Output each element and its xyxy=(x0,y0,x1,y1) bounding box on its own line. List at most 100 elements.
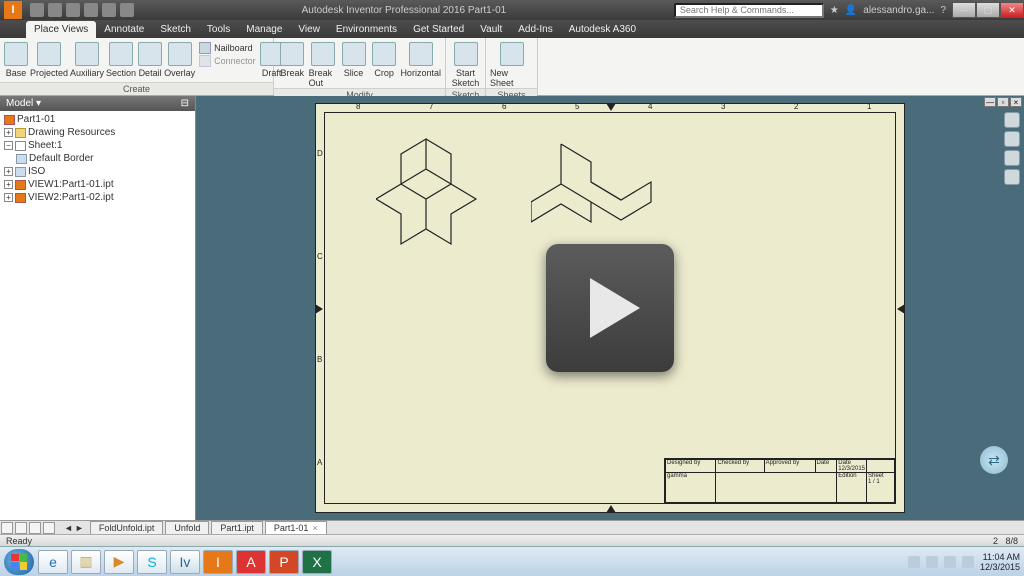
tab-nav-prev-icon[interactable] xyxy=(15,522,27,534)
title-block[interactable]: Designed by Checked by Approved by Date … xyxy=(664,458,896,504)
tree-node-view2[interactable]: +VIEW2:Part1-02.ipt xyxy=(2,191,193,204)
slice-button[interactable]: Slice xyxy=(339,40,368,78)
taskbar-ie-icon[interactable]: e xyxy=(38,550,68,574)
crop-button[interactable]: Crop xyxy=(370,40,399,78)
clock[interactable]: 11:04 AM 12/3/2015 xyxy=(980,552,1020,572)
break-button[interactable]: Break xyxy=(278,40,307,78)
taskbar-inventor-icon[interactable]: Iv xyxy=(170,550,200,574)
mdi-restore-button[interactable]: ▫ xyxy=(997,97,1009,107)
base-view-button[interactable]: Base xyxy=(4,40,28,78)
taskbar-excel-icon[interactable]: X xyxy=(302,550,332,574)
tab-tools[interactable]: Tools xyxy=(199,21,238,38)
detail-view-icon xyxy=(138,42,162,66)
taskbar-powerpoint-icon[interactable]: P xyxy=(269,550,299,574)
minimize-button[interactable]: — xyxy=(952,2,976,18)
tree-node-iso[interactable]: +ISO xyxy=(2,165,193,178)
taskbar-inventor2-icon[interactable]: I xyxy=(203,550,233,574)
taskbar-explorer-icon[interactable]: ▥ xyxy=(71,550,101,574)
section-view-button[interactable]: Section xyxy=(106,40,136,78)
tb-edition-label: Edition xyxy=(838,473,865,479)
detail-view-button[interactable]: Detail xyxy=(138,40,162,78)
tree-node-sheet1[interactable]: −Sheet:1 xyxy=(2,139,193,152)
view2-geometry[interactable] xyxy=(531,134,661,244)
tab-vault[interactable]: Vault xyxy=(472,21,510,38)
tray-up-icon[interactable] xyxy=(908,556,920,568)
nailboard-button[interactable]: Nailboard xyxy=(199,42,256,54)
tab-environments[interactable]: Environments xyxy=(328,21,405,38)
taskbar-skype-icon[interactable]: S xyxy=(137,550,167,574)
qat-redo-icon[interactable] xyxy=(102,3,116,17)
tray-network-icon[interactable] xyxy=(944,556,956,568)
qat-save-icon[interactable] xyxy=(66,3,80,17)
tab-scroll-left[interactable]: ◄ xyxy=(64,523,73,533)
tab-nav-next-icon[interactable] xyxy=(29,522,41,534)
share-badge[interactable]: ⇄ xyxy=(980,446,1008,474)
connector-button[interactable]: Connector xyxy=(199,55,256,67)
qat-new-icon[interactable] xyxy=(30,3,44,17)
qat-undo-icon[interactable] xyxy=(84,3,98,17)
tab-manage[interactable]: Manage xyxy=(238,21,290,38)
close-tab-icon[interactable]: × xyxy=(312,523,317,533)
tab-place-views[interactable]: Place Views xyxy=(26,21,96,38)
horizontal-button[interactable]: Horizontal xyxy=(400,40,441,78)
expand-icon[interactable]: + xyxy=(4,128,13,137)
mdi-close-button[interactable]: × xyxy=(1010,97,1022,107)
app-icon[interactable]: I xyxy=(4,1,22,19)
collapse-icon[interactable]: − xyxy=(4,141,13,150)
tab-add-ins[interactable]: Add-Ins xyxy=(510,21,560,38)
orbit-icon[interactable] xyxy=(1004,169,1020,185)
doc-tab-part1[interactable]: Part1.ipt xyxy=(211,521,263,534)
signin-icon[interactable]: ★ xyxy=(830,5,839,16)
browser-tree[interactable]: Part1-01 +Drawing Resources −Sheet:1 Def… xyxy=(0,111,195,520)
expand-icon[interactable]: + xyxy=(4,193,13,202)
tree-node-view1[interactable]: +VIEW1:Part1-01.ipt xyxy=(2,178,193,191)
user-avatar-icon[interactable]: 👤 xyxy=(845,5,857,16)
tab-view[interactable]: View xyxy=(290,21,328,38)
tab-scroll-right[interactable]: ► xyxy=(75,523,84,533)
quick-access-toolbar[interactable] xyxy=(30,3,134,17)
tab-get-started[interactable]: Get Started xyxy=(405,21,472,38)
maximize-button[interactable]: ▢ xyxy=(976,2,1000,18)
expand-icon[interactable]: + xyxy=(4,180,13,189)
doc-tab-unfold[interactable]: Unfold xyxy=(165,521,209,534)
qat-more-icon[interactable] xyxy=(120,3,134,17)
system-tray[interactable]: 11:04 AM 12/3/2015 xyxy=(908,552,1020,572)
start-sketch-button[interactable]: Start Sketch xyxy=(450,40,481,88)
video-play-overlay[interactable] xyxy=(546,244,674,372)
tab-nav-first-icon[interactable] xyxy=(1,522,13,534)
user-name[interactable]: alessandro.ga... xyxy=(863,5,934,16)
browser-pin-icon[interactable]: ⊟ xyxy=(181,98,189,109)
tray-volume-icon[interactable] xyxy=(962,556,974,568)
break-out-button[interactable]: Break Out xyxy=(309,40,338,88)
tree-node-drawing-resources[interactable]: +Drawing Resources xyxy=(2,126,193,139)
taskbar-media-icon[interactable]: ▶ xyxy=(104,550,134,574)
tab-sketch[interactable]: Sketch xyxy=(152,21,199,38)
tray-flag-icon[interactable] xyxy=(926,556,938,568)
taskbar-autocad-icon[interactable]: A xyxy=(236,550,266,574)
overlay-view-button[interactable]: Overlay xyxy=(164,40,195,78)
col-label: 7 xyxy=(429,102,433,111)
auxiliary-view-button[interactable]: Auxiliary xyxy=(70,40,104,78)
expand-icon[interactable]: + xyxy=(4,167,13,176)
home-view-icon[interactable] xyxy=(1004,112,1020,128)
help-icon[interactable]: ? xyxy=(940,5,946,16)
zoom-icon[interactable] xyxy=(1004,150,1020,166)
tree-node-default-border[interactable]: Default Border xyxy=(2,152,193,165)
doc-tab-foldunfold[interactable]: FoldUnfold.ipt xyxy=(90,521,164,534)
help-search-input[interactable] xyxy=(674,3,824,18)
tab-nav-last-icon[interactable] xyxy=(43,522,55,534)
drawing-canvas[interactable]: — ▫ × 8 7 6 5 4 3 xyxy=(196,96,1024,520)
new-sheet-button[interactable]: New Sheet xyxy=(490,40,533,88)
mdi-minimize-button[interactable]: — xyxy=(984,97,996,107)
tree-root[interactable]: Part1-01 xyxy=(2,113,193,126)
start-button[interactable] xyxy=(4,549,34,575)
projected-view-button[interactable]: Projected xyxy=(30,40,68,78)
close-button[interactable]: ✕ xyxy=(1000,2,1024,18)
pan-icon[interactable] xyxy=(1004,131,1020,147)
view1-geometry[interactable] xyxy=(376,134,496,274)
doc-tab-part1-01[interactable]: Part1-01× xyxy=(265,521,327,534)
tab-a360[interactable]: Autodesk A360 xyxy=(561,21,644,38)
tab-annotate[interactable]: Annotate xyxy=(96,21,152,38)
qat-open-icon[interactable] xyxy=(48,3,62,17)
browser-header[interactable]: Model ▾⊟ xyxy=(0,96,195,111)
